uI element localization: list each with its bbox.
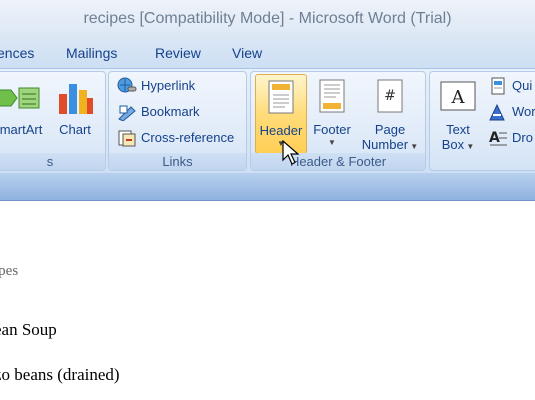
group-links: Hyperlink Bookmark Cross-reference Links	[108, 71, 247, 171]
wordart-icon	[489, 103, 505, 121]
footer-dropdown-caret: ▼	[328, 138, 336, 147]
tab-mailings[interactable]: Mailings	[66, 45, 117, 61]
header-icon	[268, 80, 294, 114]
textbox-label-line2: Box ▼	[441, 137, 475, 152]
page-number-button[interactable]: # Page Number ▼	[359, 74, 421, 152]
window-title: recipes [Compatibility Mode] - Microsoft…	[83, 10, 452, 27]
chart-button[interactable]: Chart	[53, 74, 97, 152]
ribbon-tabs: ences Mailings Review View	[0, 40, 535, 68]
ruler-strip	[0, 173, 535, 201]
page-number-icon: #	[377, 79, 403, 113]
header-label: Header	[259, 123, 303, 138]
svg-text:#: #	[384, 88, 396, 104]
ribbon: martArt Chart s Hyperlink Bookmark Cross…	[0, 68, 535, 174]
footer-label: Footer	[313, 122, 351, 137]
svg-text:A: A	[451, 87, 466, 108]
textbox-button[interactable]: A Text Box ▼	[434, 74, 482, 152]
bookmark-icon	[118, 105, 136, 121]
svg-text:A: A	[489, 130, 500, 146]
document-area[interactable]: ipes ean Soup zo beans (drained)	[0, 201, 535, 400]
doc-line-ingredient: zo beans (drained)	[0, 365, 120, 384]
doc-line-title: ipes	[0, 263, 19, 279]
mouse-cursor-icon	[282, 140, 300, 165]
title-bar: recipes [Compatibility Mode] - Microsoft…	[0, 0, 535, 40]
group-links-label: Links	[109, 153, 246, 170]
bookmark-label: Bookmark	[141, 104, 200, 119]
doc-line-heading: ean Soup	[0, 320, 57, 339]
group-header-footer: Header ▼ Footer ▼ # Page Number ▼ Header…	[250, 71, 426, 171]
group-text: A Text Box ▼ Qui Wor A Dro	[429, 71, 535, 171]
cross-reference-label: Cross-reference	[141, 130, 235, 145]
tab-view[interactable]: View	[232, 45, 262, 61]
hyperlink-icon	[117, 77, 137, 93]
group-header-footer-label: Header & Footer	[251, 153, 425, 170]
wordart-label: Wor	[512, 104, 535, 119]
group-illustrations-label: s	[0, 153, 105, 170]
page-number-label-line2: Number ▼	[361, 137, 419, 152]
group-illustrations: martArt Chart s	[0, 71, 106, 171]
quickparts-label: Qui	[512, 78, 533, 93]
page-number-label-line1: Page	[374, 122, 406, 137]
tab-review[interactable]: Review	[155, 45, 201, 61]
smartart-icon	[0, 87, 40, 109]
tab-references[interactable]: ences	[0, 45, 34, 61]
smartart-button[interactable]: martArt	[0, 74, 47, 152]
chart-label: Chart	[59, 122, 91, 137]
chart-icon	[59, 84, 93, 114]
dropcap-icon: A	[489, 130, 507, 146]
quickparts-icon	[491, 77, 505, 95]
cross-reference-icon	[118, 130, 136, 147]
footer-button[interactable]: Footer ▼	[307, 74, 357, 152]
hyperlink-label: Hyperlink	[141, 78, 196, 93]
textbox-icon: A	[440, 81, 476, 111]
textbox-label-line1: Text	[446, 122, 470, 137]
dropcap-label: Dro	[512, 130, 533, 145]
footer-icon	[319, 79, 345, 113]
smartart-label: martArt	[0, 122, 43, 137]
